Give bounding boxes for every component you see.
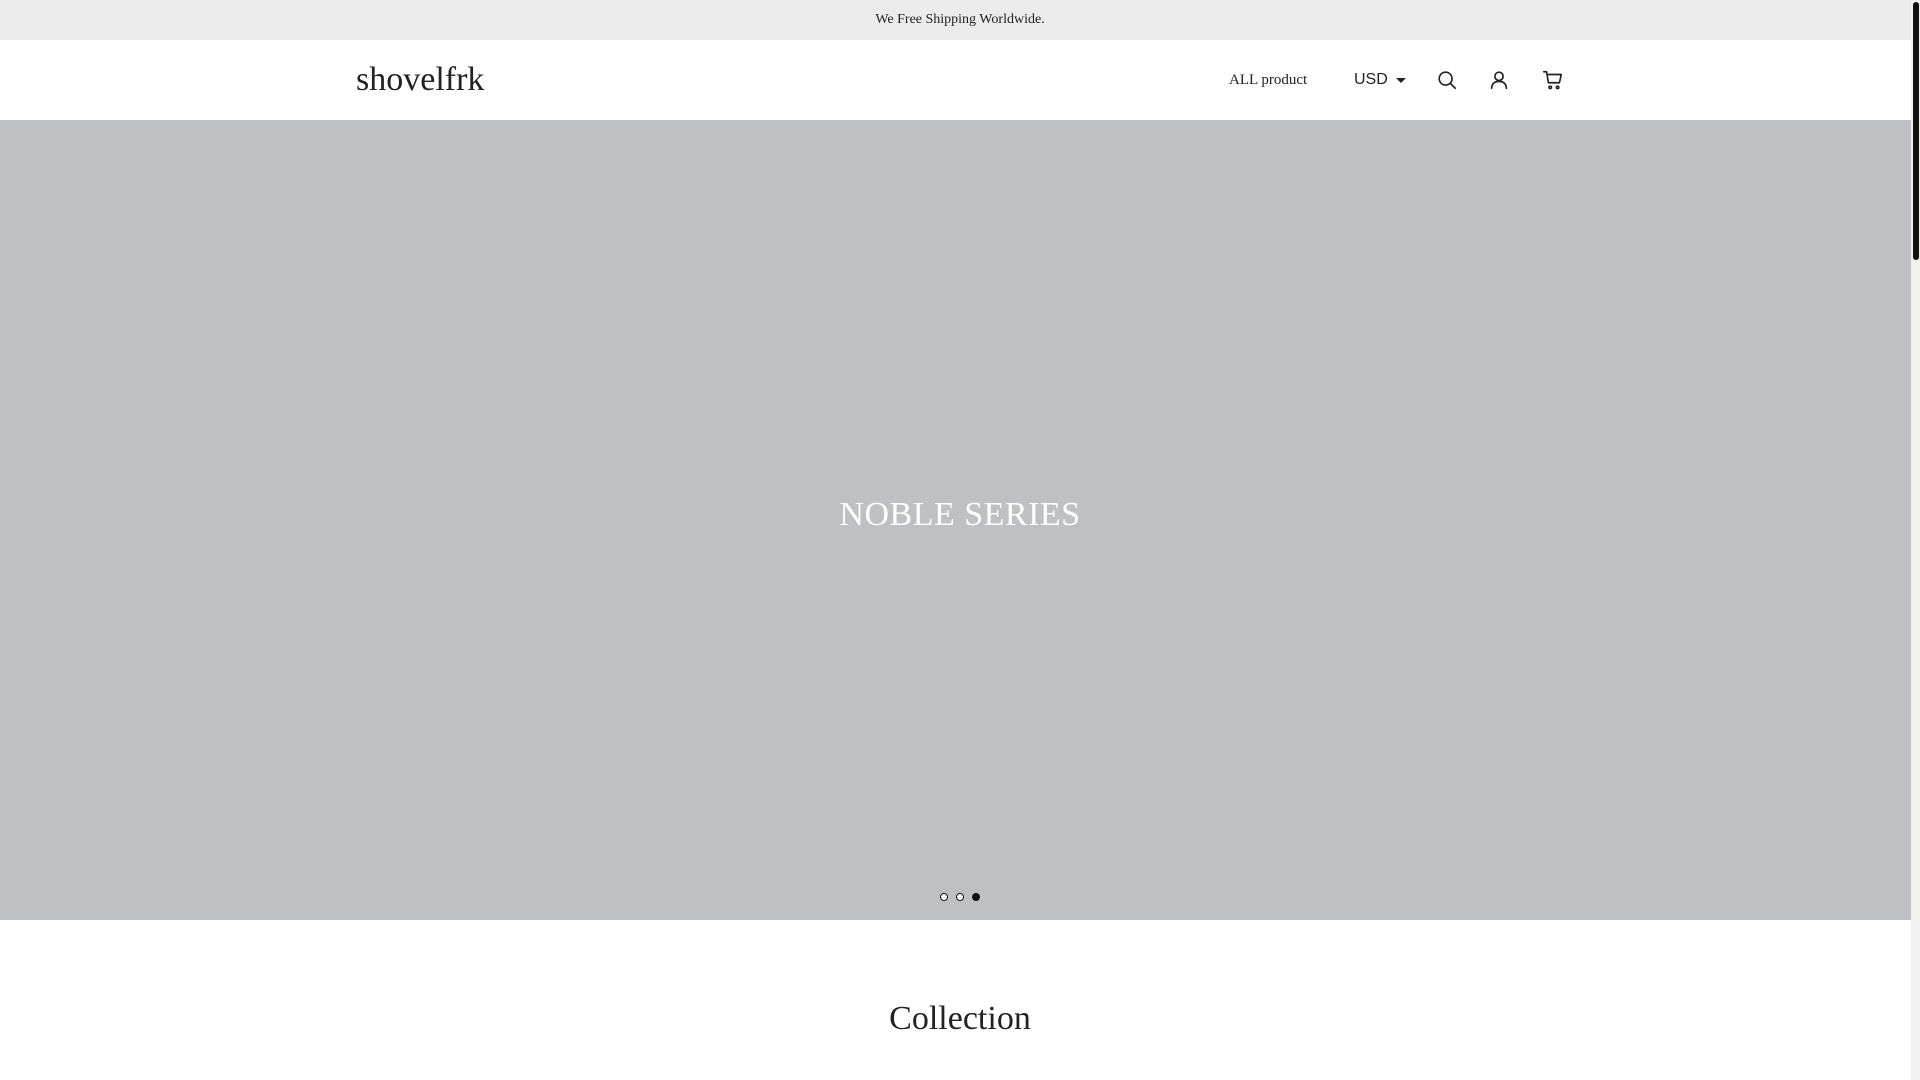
nav-all-product[interactable]: ALL product xyxy=(1229,68,1307,92)
currency-selector[interactable]: USD xyxy=(1354,68,1406,92)
cart-icon xyxy=(1543,70,1563,90)
user-icon xyxy=(1490,71,1508,90)
currency-value: USD xyxy=(1354,71,1388,88)
slide-dot-3[interactable] xyxy=(972,893,980,901)
slideshow-dots xyxy=(0,893,1920,901)
announcement-text: We Free Shipping Worldwide. xyxy=(875,12,1045,27)
search-icon xyxy=(1438,71,1457,90)
slide-dot-2[interactable] xyxy=(956,893,964,901)
viewport: We Free Shipping Worldwide. shovelfrk AL… xyxy=(0,0,1920,1080)
scrollbar[interactable] xyxy=(1911,0,1920,1080)
hero-slideshow: NOBLE SERIES xyxy=(0,120,1920,920)
announcement-bar: We Free Shipping Worldwide. xyxy=(0,0,1920,40)
account-button[interactable] xyxy=(1486,67,1512,93)
site-header: shovelfrk ALL product USD xyxy=(0,40,1920,120)
caret-down-icon xyxy=(1395,77,1406,83)
cart-button[interactable] xyxy=(1540,67,1566,93)
collection-title: Collection xyxy=(889,1000,1031,1037)
search-button[interactable] xyxy=(1434,67,1460,93)
logo[interactable]: shovelfrk xyxy=(356,58,484,102)
scrollbar-thumb[interactable] xyxy=(1913,2,1919,260)
slide-dot-1[interactable] xyxy=(940,893,948,901)
hero-title: NOBLE SERIES xyxy=(839,496,1081,533)
page: We Free Shipping Worldwide. shovelfrk AL… xyxy=(0,0,1920,1080)
